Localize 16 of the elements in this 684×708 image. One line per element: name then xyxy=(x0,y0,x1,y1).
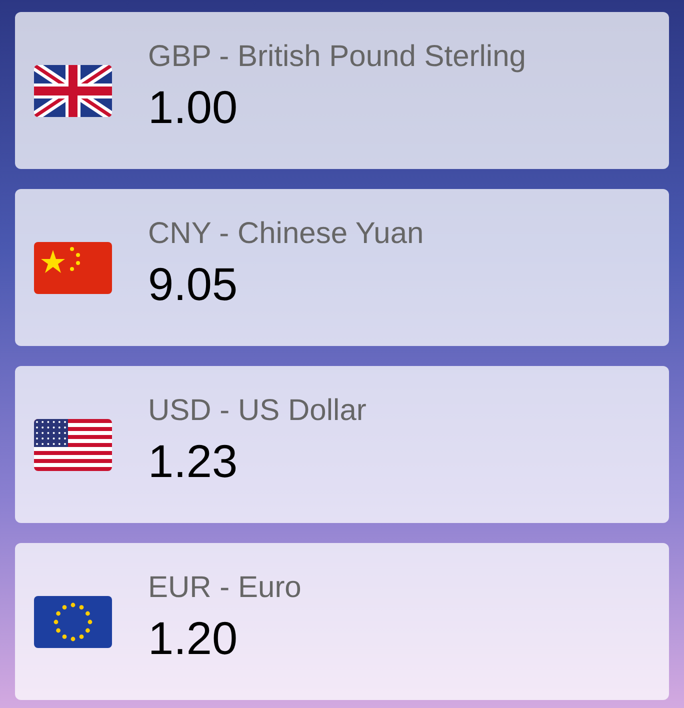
exchange-rate: 9.05 xyxy=(148,258,239,310)
exchange-rate: 1.00 xyxy=(148,80,239,132)
currency-name: GBP - British Pound Sterling xyxy=(148,38,526,74)
flag-with-star-ring-icon xyxy=(34,596,112,648)
currency-name: USD - US Dollar xyxy=(148,392,366,428)
currency-name: EUR - Euro xyxy=(148,570,302,606)
currency-card[interactable]: GBP - British Pound Sterling 1.00 xyxy=(15,12,669,169)
currency-card[interactable]: EUR - Euro 1.20 xyxy=(15,543,669,700)
flag-with-five-stars-icon xyxy=(34,242,112,294)
union-jack-flag-icon xyxy=(34,64,112,116)
currency-card[interactable]: CNY - Chinese Yuan 9.05 xyxy=(15,189,669,346)
currency-card[interactable]: USD - US Dollar 1.23 xyxy=(15,366,669,523)
stars-and-stripes-flag-icon xyxy=(34,418,112,470)
exchange-rate: 1.20 xyxy=(148,612,239,664)
exchange-rate: 1.23 xyxy=(148,434,239,486)
currency-name: CNY - Chinese Yuan xyxy=(148,216,424,252)
